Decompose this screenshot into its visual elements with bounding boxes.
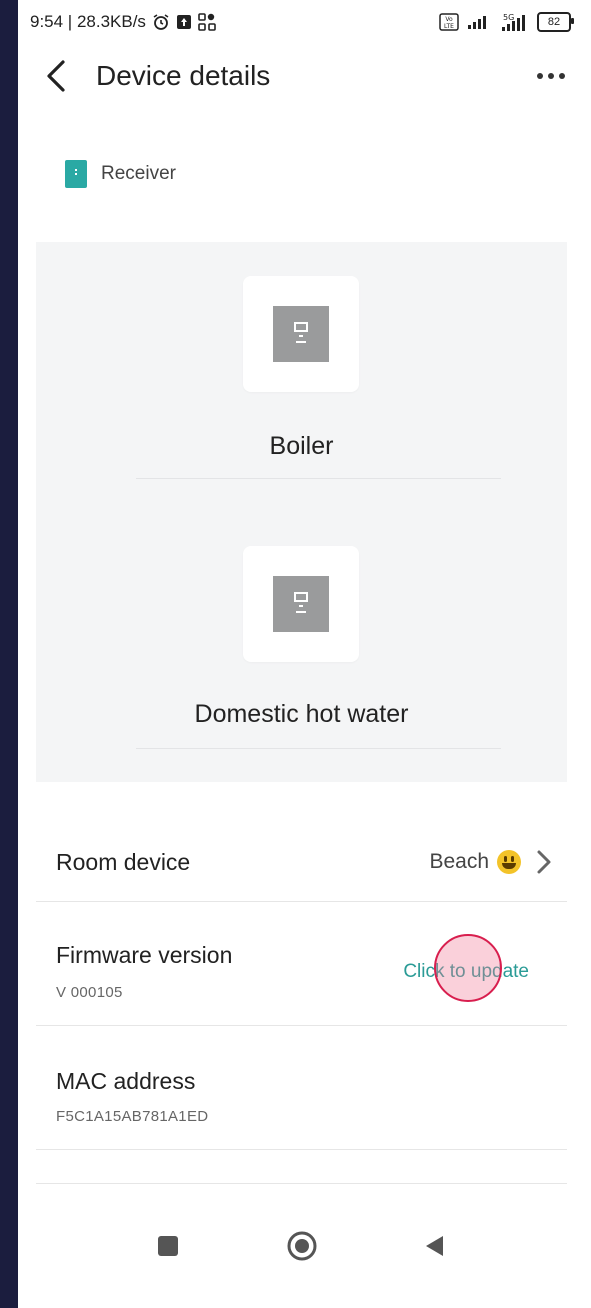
function-label: Domestic hot water xyxy=(194,700,409,728)
status-time: 9:54 | 28.3KB/s xyxy=(30,12,146,31)
back-button[interactable] xyxy=(36,56,76,96)
status-bar: 9:54 | 28.3KB/s Vo LTE 5G 82 xyxy=(18,0,591,44)
app-screen: 9:54 | 28.3KB/s Vo LTE 5G 82 Device deta… xyxy=(18,0,591,1308)
function-label: Boiler xyxy=(269,432,334,460)
system-nav-bar xyxy=(18,1184,591,1308)
divider xyxy=(136,478,501,479)
function-item-boiler[interactable]: Boiler xyxy=(36,242,567,512)
function-item-domestic-hot-water[interactable]: Domestic hot water xyxy=(36,512,567,782)
home-button[interactable] xyxy=(284,1228,320,1264)
device-type-row: Receiver xyxy=(65,160,176,188)
svg-text:Vo: Vo xyxy=(445,16,453,23)
back-nav-button[interactable] xyxy=(420,1232,448,1260)
svg-text:5G: 5G xyxy=(503,13,514,22)
room-device-value-group: Beach xyxy=(429,849,553,875)
divider xyxy=(136,748,501,749)
room-device-value: Beach xyxy=(429,850,489,873)
function-card[interactable] xyxy=(243,546,359,662)
chevron-right-icon xyxy=(537,850,551,874)
square-icon xyxy=(158,1236,178,1256)
mac-address-row: MAC address F5C1A15AB781A1ED xyxy=(36,1026,567,1150)
click-to-update-link[interactable]: Click to update xyxy=(403,961,529,983)
boiler-icon xyxy=(273,576,329,632)
room-device-row[interactable]: Room device Beach xyxy=(36,822,567,902)
mac-address-value: F5C1A15AB781A1ED xyxy=(56,1108,209,1125)
chevron-left-icon xyxy=(47,60,65,92)
room-device-title: Room device xyxy=(56,849,191,875)
alarm-icon xyxy=(152,13,170,31)
volte-icon: Vo LTE xyxy=(439,13,459,31)
functions-panel: Boiler Domestic hot water xyxy=(36,242,567,782)
signal-5g-icon: 5G xyxy=(499,12,529,32)
recent-apps-button[interactable] xyxy=(154,1232,182,1260)
status-right: Vo LTE 5G 82 xyxy=(439,12,574,32)
more-options-button[interactable] xyxy=(529,56,573,96)
more-horizontal-icon xyxy=(537,73,565,79)
firmware-version-row: Firmware version V 000105 Click to updat… xyxy=(36,902,567,1026)
header: Device details xyxy=(18,44,591,108)
firmware-update-group: Click to update xyxy=(403,961,529,983)
home-circle-icon xyxy=(287,1231,317,1261)
svg-text:LTE: LTE xyxy=(444,23,454,30)
signal-icon xyxy=(467,14,491,30)
firmware-title: Firmware version xyxy=(56,942,233,968)
boiler-icon xyxy=(273,306,329,362)
app-grid-icon xyxy=(198,13,216,31)
firmware-version-value: V 000105 xyxy=(56,984,123,1001)
battery-indicator: 82 xyxy=(537,12,574,32)
triangle-back-icon xyxy=(426,1236,443,1256)
device-type-label: Receiver xyxy=(101,163,176,184)
smiley-emoji-icon xyxy=(497,850,521,874)
function-card[interactable] xyxy=(243,276,359,392)
page-title: Device details xyxy=(96,60,271,91)
receiver-icon xyxy=(65,160,87,188)
status-left: 9:54 | 28.3KB/s xyxy=(30,12,216,32)
mac-address-title: MAC address xyxy=(56,1068,196,1094)
upload-notification-icon xyxy=(176,14,192,30)
